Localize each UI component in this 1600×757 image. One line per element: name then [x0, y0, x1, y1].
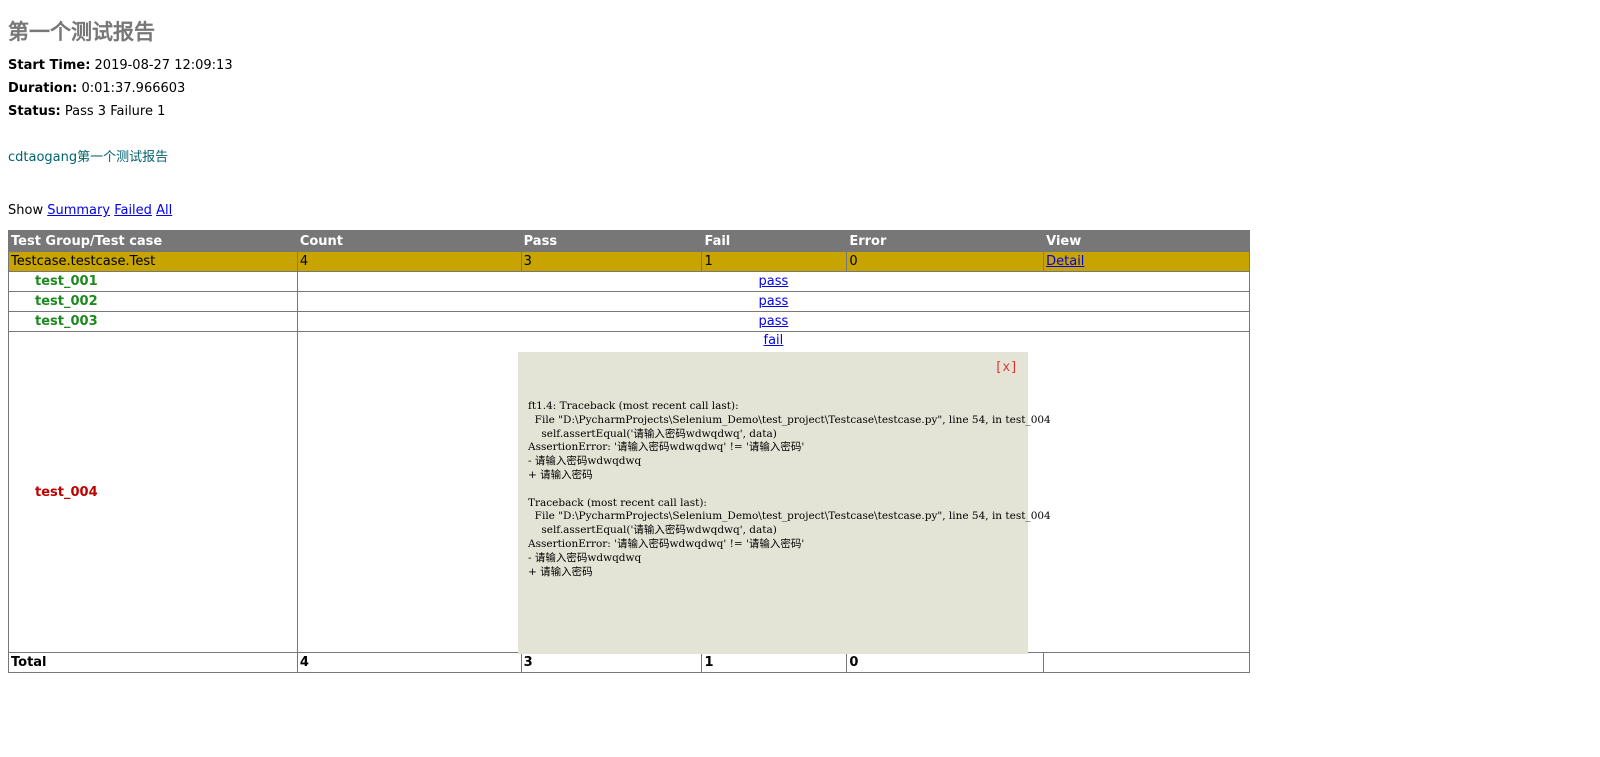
page-title: 第一个测试报告 [8, 20, 155, 44]
traceback-popup: [x] ft1.4: Traceback (most recent call l… [518, 352, 1051, 654]
total-error: 0 [846, 652, 1045, 673]
case-result-link[interactable]: pass [759, 274, 789, 289]
case-name: test_003 [8, 311, 298, 332]
case-result-cell: pass [296, 271, 1251, 292]
summary-link[interactable]: Summary [47, 203, 110, 218]
total-fail: 1 [701, 652, 848, 673]
status-value: Pass 3 Failure 1 [64, 104, 166, 119]
start-time-label: Start Time: [8, 58, 91, 73]
start-time-value: 2019-08-27 12:09:13 [94, 58, 233, 73]
case-result-link[interactable]: pass [759, 294, 789, 309]
header-error: Error [846, 230, 1045, 252]
duration-label: Duration: [8, 81, 78, 96]
header-test-case: Test Group/Test case [8, 230, 298, 252]
failed-link[interactable]: Failed [114, 203, 152, 218]
show-filter: Show Summary Failed All [8, 203, 172, 218]
close-popup-button[interactable]: [x] [995, 360, 1018, 375]
total-label: Total [8, 652, 298, 673]
group-name: Testcase.testcase.Test [8, 251, 298, 272]
show-label: Show [8, 203, 44, 218]
table-row: test_001 pass [8, 271, 1251, 292]
duration-row: Duration: 0:01:37.966603 [8, 81, 185, 96]
case-result-link[interactable]: fail [764, 333, 784, 348]
table-header-row: Test Group/Test case Count Pass Fail Err… [8, 230, 1250, 252]
group-view: Detail [1043, 251, 1250, 272]
case-name: test_002 [8, 291, 298, 312]
total-view [1043, 652, 1250, 673]
case-name: test_001 [8, 271, 298, 292]
case-name: test_004 [8, 331, 298, 653]
group-row: Testcase.testcase.Test 4 3 1 0 Detail [8, 251, 1250, 272]
header-pass: Pass [520, 230, 703, 252]
total-count: 4 [296, 652, 522, 673]
header-view: View [1043, 230, 1250, 252]
total-pass: 3 [520, 652, 703, 673]
start-time-row: Start Time: 2019-08-27 12:09:13 [8, 58, 233, 73]
group-fail: 1 [701, 251, 848, 272]
status-label: Status: [8, 104, 61, 119]
case-result-link[interactable]: pass [759, 314, 789, 329]
all-link[interactable]: All [156, 203, 172, 218]
case-result-cell: pass [296, 311, 1251, 332]
case-result-cell: pass [296, 291, 1251, 312]
header-count: Count [296, 230, 522, 252]
status-row: Status: Pass 3 Failure 1 [8, 104, 165, 119]
report-description: cdtaogang第一个测试报告 [8, 150, 169, 165]
duration-value: 0:01:37.966603 [81, 81, 186, 96]
header-fail: Fail [701, 230, 848, 252]
group-pass: 3 [520, 251, 703, 272]
total-row: Total 4 3 1 0 [8, 652, 1250, 673]
detail-link[interactable]: Detail [1046, 254, 1084, 269]
table-row: test_002 pass [8, 291, 1251, 312]
group-error: 0 [846, 251, 1045, 272]
table-row: test_003 pass [8, 311, 1251, 332]
traceback-text: ft1.4: Traceback (most recent call last)… [528, 400, 1051, 578]
group-count: 4 [296, 251, 522, 272]
